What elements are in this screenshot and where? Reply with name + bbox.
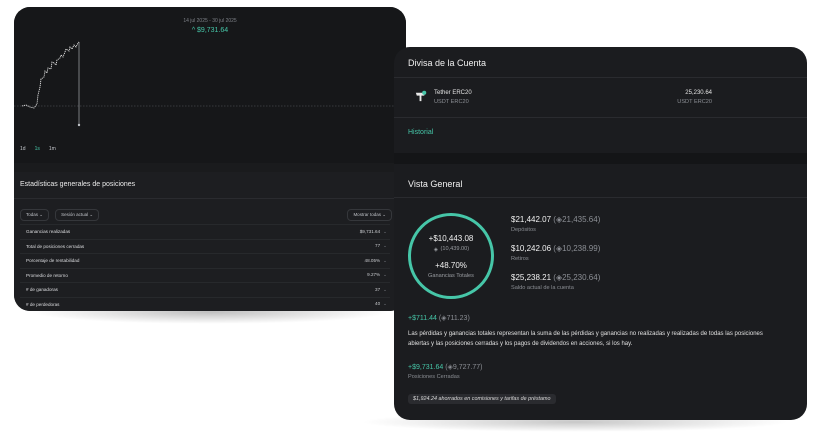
history-link[interactable]: Historial [408,129,433,136]
filter-session-label: Sesión actual [61,212,89,217]
chevron-down-icon: ⌄ [382,212,386,217]
row-label: Promedio de retorno [26,272,68,278]
pnl-usdt: 711.23 [446,315,468,322]
stats-row[interactable]: Total de posiciones cerradas 77 ⌄ [20,238,390,254]
pnl-description: Las pérdidas y ganancias totales represe… [408,331,763,347]
filter-session-dropdown[interactable]: Sesión actual ⌄ [55,209,100,221]
show-all-label: Mostrar todas [353,212,381,217]
tether-icon [415,90,427,102]
overview-title: Vista General [408,179,463,189]
row-value: 37 [375,286,381,292]
closed-usdt: 9,727.77 [452,364,481,371]
section-separator [394,153,807,164]
closed-positions-value: +$9,731.64 (◈9,727.77) [408,364,483,371]
withdrawals-label: Retiros [511,256,529,262]
row-value: 48.05% [364,257,381,263]
closed-amount: +$9,731.64 [408,364,444,371]
total-pnl-percent: +48.70% [435,261,467,270]
total-pnl-ring [408,213,494,299]
balance-amount: $25,238.21 [511,273,552,282]
stats-rows: Ganancias realizadas $9,731.64 ⌄ Total de … [20,224,390,311]
positions-card: 14 jul 2025 - 30 jul 2025 ^ $9,731.64 1d… [14,7,406,311]
filter-all-label: Todas [26,212,39,217]
pnl-chart-panel: 14 jul 2025 - 30 jul 2025 ^ $9,731.64 1d… [14,7,406,163]
chevron-down-icon: ⌄ [383,243,387,249]
balance-stat: $25,238.21 (◈25,230.64) Saldo actual de … [511,273,601,291]
stats-row[interactable]: Porcentaje de rentabilidad 48.05% ⌄ [20,253,390,268]
asset-balance: 25,230.64 [685,90,712,96]
asset-symbol: USDT ERC20 [434,99,469,105]
account-card: Divisa de la Cuenta Tether ERC20 USDT ER… [394,47,807,420]
withdrawals-stat: $10,242.06 (◈10,238.99) Retiros [511,244,601,262]
chevron-down-icon: ⌄ [383,272,387,278]
timeframe-1d[interactable]: 1d [20,146,26,152]
row-label: Ganancias realizadas [26,229,71,235]
timeframe-1s[interactable]: 1s [35,146,40,152]
deposits-usdt: 21,435.64 [562,215,598,224]
asset-balance-symbol: USDT ERC20 [677,99,712,105]
position-stats-panel: Estadísticas generales de posiciones Tod… [14,172,406,311]
withdrawals-usdt: 10,238.99 [562,244,598,253]
row-value: $9,731.64 [359,228,381,234]
show-all-dropdown[interactable]: Mostrar todas ⌄ [347,209,392,221]
balance-label: Saldo actual de la cuenta [511,285,574,291]
chevron-down-icon: ⌄ [39,212,44,217]
asset-name: Tether ERC20 [434,90,472,96]
total-pnl-value: +$10,443.08 [428,234,474,243]
chevron-down-icon: ⌄ [383,257,387,263]
pnl-series-line [21,41,80,109]
pnl-summary: +$711.44 (◈711.23) [408,315,470,322]
total-pnl-usdt: ◈ (10,439.00) [433,246,470,253]
divider [394,197,807,198]
stats-row[interactable]: # de perdedoras 40 ⌄ [20,296,390,312]
filter-all-dropdown[interactable]: Todas ⌄ [20,209,50,221]
pnl-line-chart[interactable] [14,7,406,163]
deposits-amount: $21,442.07 [511,215,552,224]
row-value: 77 [375,243,381,249]
chevron-down-icon: ⌄ [383,301,387,307]
timeframe-selector: 1d 1s 1m [20,146,56,152]
row-value: 9.27% [367,272,381,278]
savings-badge: $1,924.24 ahorrados en comisiones y tari… [408,394,556,404]
deposits-label: Depósitos [511,227,536,233]
stats-row[interactable]: Ganancias realizadas $9,731.64 ⌄ [20,224,390,239]
usdt-icon: ◈ [433,247,439,253]
balance-usdt: 25,230.64 [562,273,598,282]
divider [394,77,807,78]
row-label: Total de posiciones cerradas [26,243,85,249]
divider [14,198,406,199]
row-value: 40 [375,301,381,307]
stats-row[interactable]: Promedio de retorno 9.27% ⌄ [20,267,390,283]
row-label: Porcentaje de rentabilidad [26,258,80,264]
total-pnl-label: Ganancias Totales [428,273,474,279]
stats-title: Estadísticas generales de posiciones [20,181,136,188]
crosshair-point [77,123,81,127]
stats-row[interactable]: # de ganadoras 37 ⌄ [20,282,390,297]
chevron-down-icon: ⌄ [89,212,94,217]
divider [394,117,807,118]
stats-filters: Todas ⌄ Sesión actual ⌄ [20,209,100,221]
closed-positions-label: Posiciones Cerradas [408,374,460,380]
chevron-down-icon: ⌄ [383,286,387,292]
pnl-amount: +$711.44 [408,315,437,322]
deposits-stat: $21,442.07 (◈21,435.64) Depósitos [511,215,601,233]
withdrawals-amount: $10,242.06 [511,244,552,253]
currency-title: Divisa de la Cuenta [408,58,487,68]
timeframe-1m[interactable]: 1m [49,146,56,152]
row-label: # de perdedoras [26,301,60,307]
chevron-down-icon: ⌄ [383,228,387,234]
row-label: # de ganadoras [26,287,58,293]
